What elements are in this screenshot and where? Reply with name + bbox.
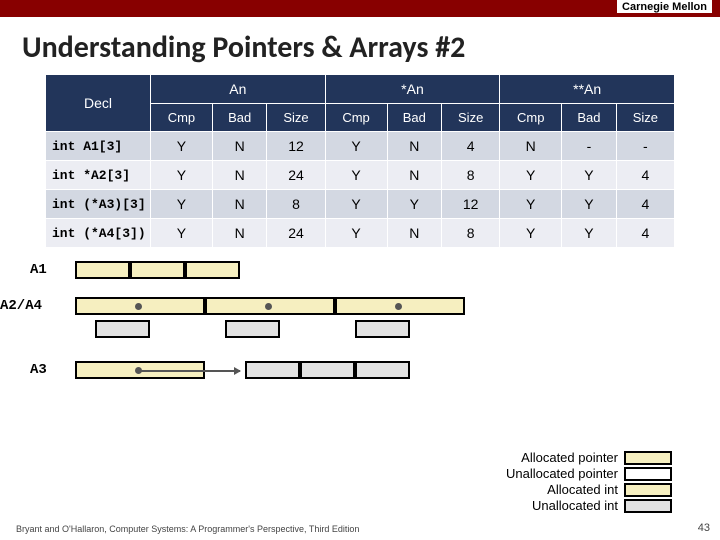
cell: 12 xyxy=(442,190,500,219)
diag-label-a24: A2/A4 xyxy=(0,298,42,314)
sub-header: Cmp xyxy=(325,104,387,132)
cell: Y xyxy=(500,219,562,248)
brand-label: Carnegie Mellon xyxy=(617,0,712,13)
swatch-unalloc-ptr xyxy=(624,467,672,481)
sub-header: Cmp xyxy=(500,104,562,132)
cell: Y xyxy=(500,190,562,219)
memory-diagram: A1 A2/A4 A3 xyxy=(0,258,720,428)
legend-label: Unallocated pointer xyxy=(506,466,618,481)
cell: 12 xyxy=(267,132,325,161)
sub-header: Bad xyxy=(212,104,267,132)
cell: Y xyxy=(562,219,617,248)
diag-label-a3: A3 xyxy=(30,362,47,378)
cell: N xyxy=(212,161,267,190)
cell: N xyxy=(212,190,267,219)
cell: 4 xyxy=(616,190,674,219)
footer-text: Bryant and O'Hallaron, Computer Systems:… xyxy=(16,524,359,534)
sub-header: Size xyxy=(267,104,325,132)
cell: Y xyxy=(325,190,387,219)
decl-cell: int (*A3)[3] xyxy=(46,190,151,219)
page-title: Understanding Pointers & Arrays #2 xyxy=(0,17,720,74)
sub-header: Cmp xyxy=(151,104,213,132)
legend: Allocated pointer Unallocated pointer Al… xyxy=(506,449,672,514)
cell: Y xyxy=(151,132,213,161)
cell: - xyxy=(562,132,617,161)
top-bar: Carnegie Mellon xyxy=(0,0,720,17)
unalloc-int-box xyxy=(355,361,410,379)
diag-label-a1: A1 xyxy=(30,262,47,278)
header-star-an: *An xyxy=(325,75,500,104)
cell: 8 xyxy=(442,219,500,248)
unalloc-int-box xyxy=(355,320,410,338)
cell: 4 xyxy=(616,219,674,248)
table-row: int *A2[3] Y N 24 Y N 8 Y Y 4 xyxy=(46,161,675,190)
swatch-unalloc-int xyxy=(624,499,672,513)
unalloc-int-box xyxy=(225,320,280,338)
sub-header: Bad xyxy=(562,104,617,132)
header-decl: Decl xyxy=(46,75,151,132)
swatch-alloc-int xyxy=(624,483,672,497)
cell: Y xyxy=(151,190,213,219)
cell: Y xyxy=(151,219,213,248)
table-row: int (*A3)[3] Y N 8 Y Y 12 Y Y 4 xyxy=(46,190,675,219)
cell: N xyxy=(387,132,442,161)
cell: 24 xyxy=(267,219,325,248)
sub-header: Bad xyxy=(387,104,442,132)
cell: 4 xyxy=(616,161,674,190)
legend-label: Unallocated int xyxy=(532,498,618,513)
decl-cell: int (*A4[3]) xyxy=(46,219,151,248)
alloc-int-box xyxy=(75,261,130,279)
sub-header: Size xyxy=(616,104,674,132)
legend-label: Allocated int xyxy=(547,482,618,497)
dot-icon xyxy=(135,303,142,310)
dot-icon xyxy=(395,303,402,310)
legend-label: Allocated pointer xyxy=(521,450,618,465)
cell: Y xyxy=(500,161,562,190)
decl-cell: int A1[3] xyxy=(46,132,151,161)
header-star-star-an: **An xyxy=(500,75,675,104)
table-row: int A1[3] Y N 12 Y N 4 N - - xyxy=(46,132,675,161)
arrow-icon xyxy=(140,370,240,372)
sub-header: Size xyxy=(442,104,500,132)
cell: Y xyxy=(151,161,213,190)
cell: Y xyxy=(325,161,387,190)
cell: Y xyxy=(562,161,617,190)
unalloc-int-box xyxy=(300,361,355,379)
cell: 8 xyxy=(267,190,325,219)
cell: Y xyxy=(562,190,617,219)
page-number: 43 xyxy=(698,522,710,534)
decl-cell: int *A2[3] xyxy=(46,161,151,190)
cell: - xyxy=(616,132,674,161)
cell: 4 xyxy=(442,132,500,161)
cell: N xyxy=(212,219,267,248)
cell: N xyxy=(500,132,562,161)
alloc-int-box xyxy=(185,261,240,279)
cell: 8 xyxy=(442,161,500,190)
cell: Y xyxy=(387,190,442,219)
header-an: An xyxy=(151,75,326,104)
alloc-int-box xyxy=(130,261,185,279)
cell: 24 xyxy=(267,161,325,190)
unalloc-int-box xyxy=(245,361,300,379)
cell: N xyxy=(212,132,267,161)
swatch-alloc-ptr xyxy=(624,451,672,465)
pointer-table: Decl An *An **An Cmp Bad Size Cmp Bad Si… xyxy=(45,74,675,248)
dot-icon xyxy=(265,303,272,310)
cell: Y xyxy=(325,132,387,161)
cell: N xyxy=(387,219,442,248)
unalloc-int-box xyxy=(95,320,150,338)
cell: N xyxy=(387,161,442,190)
table-row: int (*A4[3]) Y N 24 Y N 8 Y Y 4 xyxy=(46,219,675,248)
cell: Y xyxy=(325,219,387,248)
